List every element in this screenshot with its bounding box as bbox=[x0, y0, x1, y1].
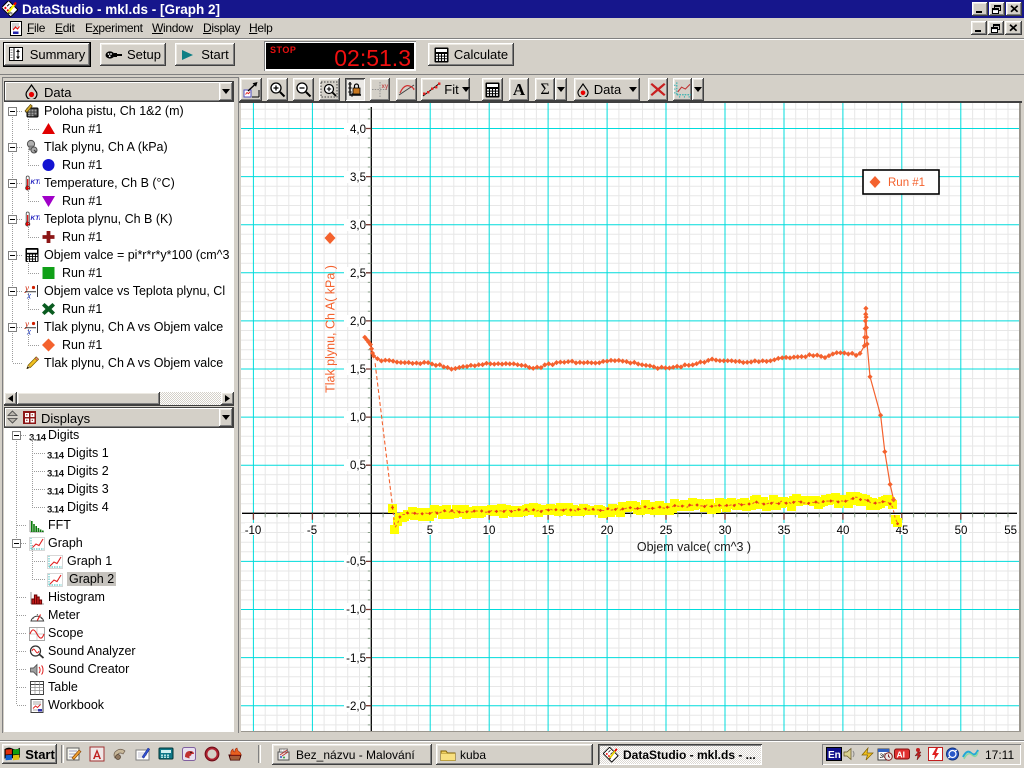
svg-text:-2,0: -2,0 bbox=[346, 701, 366, 713]
svg-text:20: 20 bbox=[601, 525, 614, 537]
svg-text:4,0: 4,0 bbox=[350, 124, 366, 136]
svg-text:3.14: 3.14 bbox=[47, 469, 65, 479]
svg-text:25: 25 bbox=[660, 525, 673, 537]
svg-text:55: 55 bbox=[1004, 525, 1017, 537]
svg-text:2,0: 2,0 bbox=[350, 316, 366, 328]
svg-text:3,0: 3,0 bbox=[350, 220, 366, 232]
svg-text:-0,5: -0,5 bbox=[346, 556, 366, 568]
svg-text:1,5: 1,5 bbox=[350, 364, 366, 376]
svg-text:Objem valce( cm^3 ): Objem valce( cm^3 ) bbox=[637, 540, 751, 554]
svg-text:10: 10 bbox=[483, 525, 496, 537]
svg-text:1,0: 1,0 bbox=[350, 412, 366, 424]
svg-text:50: 50 bbox=[955, 525, 968, 537]
svg-text:-1,0: -1,0 bbox=[346, 604, 366, 616]
svg-text:KTD: KTD bbox=[31, 179, 41, 186]
svg-text:KTD: KTD bbox=[31, 215, 41, 222]
svg-text:40: 40 bbox=[837, 525, 850, 537]
svg-text:15: 15 bbox=[542, 525, 555, 537]
svg-text:3.14: 3.14 bbox=[47, 487, 65, 497]
svg-text:Run #1: Run #1 bbox=[888, 177, 925, 189]
svg-text:-1,5: -1,5 bbox=[346, 653, 366, 665]
svg-text:3.14: 3.14 bbox=[47, 505, 65, 515]
svg-text:xy: xy bbox=[382, 84, 389, 90]
svg-text:En: En bbox=[828, 750, 841, 761]
svg-text:5: 5 bbox=[427, 525, 433, 537]
svg-text:3.14: 3.14 bbox=[47, 451, 65, 461]
svg-text:-5: -5 bbox=[307, 525, 317, 537]
svg-text:-10: -10 bbox=[245, 525, 262, 537]
svg-text:3,5: 3,5 bbox=[350, 172, 366, 184]
svg-text:0,5: 0,5 bbox=[350, 460, 366, 472]
svg-text:AI: AI bbox=[897, 750, 906, 760]
svg-text:35: 35 bbox=[778, 525, 791, 537]
svg-text:Tlak plynu, Ch A( kPa ): Tlak plynu, Ch A( kPa ) bbox=[323, 265, 337, 393]
svg-text:30: 30 bbox=[719, 525, 732, 537]
svg-text:2,5: 2,5 bbox=[350, 268, 366, 280]
